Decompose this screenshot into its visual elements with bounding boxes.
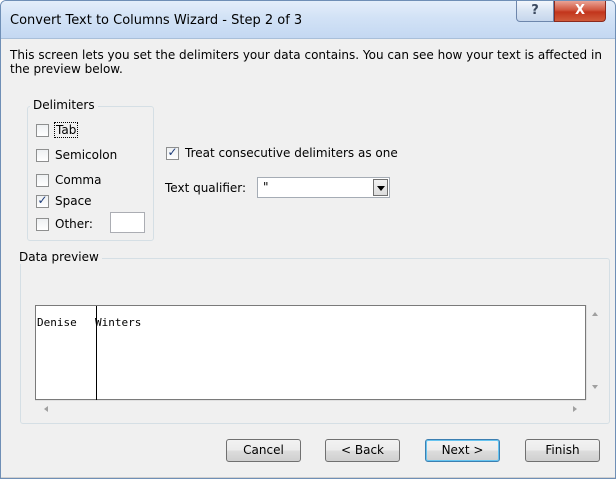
checkbox-box[interactable]: ✓ [166,145,179,160]
preview-cell: Winters [95,316,142,329]
title-bar[interactable]: Convert Text to Columns Wizard - Step 2 … [1,1,615,39]
vertical-scrollbar[interactable] [586,305,603,400]
checkmark-icon: ✓ [37,193,48,207]
select-value: " [263,180,269,194]
close-button[interactable]: X [554,1,606,22]
scroll-up-icon[interactable] [592,312,598,316]
window-title: Convert Text to Columns Wizard - Step 2 … [10,13,303,28]
preview-grid[interactable]: Denise Winters [35,305,586,400]
horizontal-scrollbar[interactable] [35,400,586,417]
cancel-button[interactable]: Cancel [226,439,301,462]
text-qualifier-select[interactable]: " [257,177,390,198]
delimiters-group-label: Delimiters [30,98,98,112]
checkbox-box[interactable] [36,149,49,162]
help-icon: ? [531,3,539,18]
other-delimiter-input[interactable] [110,212,145,233]
data-preview-label: Data preview [16,250,102,264]
dialog-window: Convert Text to Columns Wizard - Step 2 … [0,0,616,479]
close-icon: X [574,3,586,18]
scroll-down-icon[interactable] [592,385,598,389]
checkbox-label: Treat consecutive delimiters as one [185,146,398,160]
checkbox-box[interactable] [36,218,49,231]
preview-cell: Denise [37,316,77,329]
text-qualifier-label: Text qualifier: [165,181,247,195]
checkbox-label: Comma [55,173,102,187]
scroll-left-icon[interactable] [44,406,48,412]
checkmark-icon: ✓ [167,145,178,159]
checkbox-box[interactable]: ✓ [36,193,49,208]
back-button[interactable]: < Back [325,439,400,462]
checkbox-label: Semicolon [55,148,118,162]
wizard-description: This screen lets you set the delimiters … [10,48,602,76]
checkbox-label: Tab [53,122,79,138]
divider [1,477,615,478]
dropdown-button[interactable] [373,179,388,196]
checkbox-box[interactable] [36,174,49,187]
checkbox-label: Space [55,194,92,208]
finish-button[interactable]: Finish [525,439,600,462]
checkbox-box[interactable] [36,124,49,137]
next-button[interactable]: Next > [425,439,500,462]
help-button[interactable]: ? [516,1,554,22]
chevron-down-icon [377,186,385,191]
scroll-right-icon[interactable] [573,406,577,412]
checkbox-label: Other: [55,217,93,231]
